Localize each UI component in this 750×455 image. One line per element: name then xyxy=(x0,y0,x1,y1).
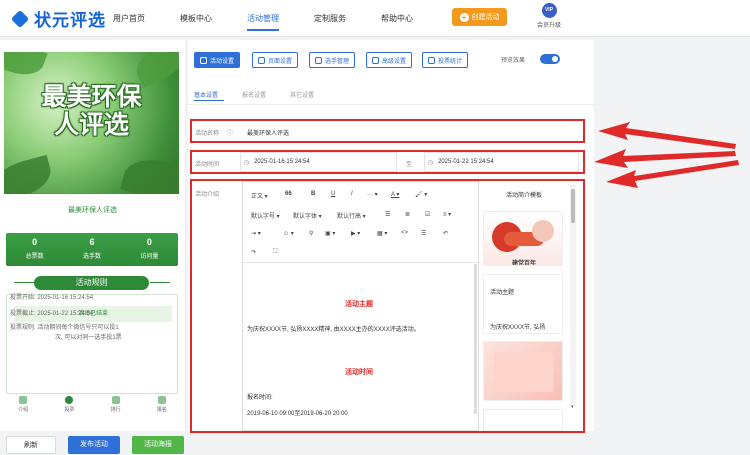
button-label: 投票统计 xyxy=(438,58,463,65)
page-settings-button[interactable]: 页面设置 xyxy=(252,52,299,68)
divider xyxy=(14,282,34,283)
stat-label: 选手数 xyxy=(82,254,101,260)
subtab-signup-settings[interactable]: 报名设置 xyxy=(242,90,266,99)
nav-active-indicator xyxy=(247,29,279,31)
activity-banner-image: 最美环保 人评选 xyxy=(4,52,179,194)
button-label: 页面设置 xyxy=(268,58,293,65)
stat-value: 0 xyxy=(32,237,38,247)
bar-chart-icon xyxy=(428,56,435,64)
sliders-icon xyxy=(372,56,379,64)
vote-start-text: 投票开始: 2025-01-16 15:24:54 xyxy=(10,295,94,301)
preview-effect-label: 预览效果 xyxy=(501,58,526,64)
vote-rule-text-1: 投票规则: 活动期间每个微信号只可以投1 xyxy=(10,325,119,331)
nav-item-help[interactable]: 帮助中心 xyxy=(381,13,413,24)
tab-label: 介绍 xyxy=(18,407,29,413)
activity-poster-button[interactable]: 活动海报 xyxy=(132,436,184,454)
create-activity-button[interactable]: + 创建活动 xyxy=(452,8,507,26)
users-icon xyxy=(315,56,322,64)
leaf-decoration xyxy=(4,52,48,82)
settings-icon xyxy=(200,56,207,64)
stat-total-votes: 0 总票数 xyxy=(6,233,63,266)
annotation-arrows xyxy=(594,122,739,188)
nav-item-custom-service[interactable]: 定制服务 xyxy=(314,13,346,24)
tab-label: 投票 xyxy=(64,407,75,413)
divider xyxy=(188,104,594,105)
activity-settings-button[interactable]: 活动设置 xyxy=(194,52,241,68)
rules-title: 活动规则 xyxy=(34,276,149,290)
arrow-to-name xyxy=(598,122,736,149)
top-navbar: 状元评选 用户首页 模板中心 活动管理 定制服务 帮助中心 + 创建活动 VIP… xyxy=(0,0,750,37)
stat-visits: 0 访问量 xyxy=(121,233,178,266)
brand-name: 状元评选 xyxy=(34,11,106,31)
advanced-settings-button[interactable]: 高级设置 xyxy=(366,52,413,68)
button-label: 活动设置 xyxy=(210,58,235,65)
button-label: 高级设置 xyxy=(382,58,407,65)
button-label: 选手管理 xyxy=(325,58,350,65)
subtab-basic-settings[interactable]: 基本设置 xyxy=(194,90,218,99)
stat-contestants: 6 选手数 xyxy=(63,233,120,266)
subtab-other-settings[interactable]: 其它设置 xyxy=(290,90,314,99)
plus-icon: + xyxy=(459,12,469,22)
logo-icon xyxy=(10,9,30,28)
banner-title-line2: 人评选 xyxy=(53,110,129,139)
divider xyxy=(150,282,170,283)
document-icon xyxy=(19,396,28,404)
vip-upgrade[interactable]: VIP 会员升级 xyxy=(531,3,567,29)
highlight-box-time xyxy=(190,150,585,174)
nav-item-home[interactable]: 用户首页 xyxy=(113,13,145,24)
rules-header: 活动规则 xyxy=(14,275,170,291)
nav-item-activity-management[interactable]: 活动管理 xyxy=(247,13,279,24)
contestant-management-button[interactable]: 选手管理 xyxy=(309,52,356,68)
tab-signup[interactable]: 报名 xyxy=(139,394,185,416)
stat-value: 6 xyxy=(89,237,95,247)
arrow-to-intro xyxy=(606,160,739,188)
tab-label: 排行 xyxy=(110,407,121,413)
vote-statistics-button[interactable]: 投票统计 xyxy=(422,52,469,68)
subtab-active-indicator xyxy=(194,100,224,101)
vote-end-text: 投票截止: 2025-01-22 15:24:54 xyxy=(10,311,94,317)
leaf-decoration xyxy=(4,154,56,194)
stat-label: 访问量 xyxy=(140,254,159,260)
preview-toggle[interactable] xyxy=(540,54,560,64)
leaf-decoration xyxy=(120,152,179,194)
trophy-icon xyxy=(111,396,120,404)
signup-icon xyxy=(157,396,166,404)
tab-ranking[interactable]: 排行 xyxy=(93,394,139,416)
vip-upgrade-label: 会员升级 xyxy=(536,23,561,29)
vip-icon: VIP xyxy=(541,3,557,18)
banner-title-line1: 最美环保 xyxy=(41,82,142,111)
nav-item-templates[interactable]: 模板中心 xyxy=(180,13,212,24)
activity-title: 最美环保人评选 xyxy=(68,207,117,214)
mobile-tabbar: 介绍 投票 排行 报名 xyxy=(0,394,185,416)
mobile-preview-panel: 最美环保 人评选 最美环保人评选 0 总票数 6 选手数 0 访问量 活动规则 … xyxy=(0,40,185,454)
stats-bar: 0 总票数 6 选手数 0 访问量 xyxy=(6,233,178,266)
brand-logo[interactable]: 状元评选 xyxy=(10,6,106,31)
stat-label: 总票数 xyxy=(25,254,44,260)
page-icon xyxy=(258,56,265,64)
highlight-box-intro xyxy=(190,179,585,433)
highlight-box-name xyxy=(190,119,585,143)
tab-intro[interactable]: 介绍 xyxy=(0,394,46,416)
tab-vote[interactable]: 投票 xyxy=(46,394,92,416)
vote-icon xyxy=(65,396,74,404)
publish-activity-button[interactable]: 发布活动 xyxy=(68,436,120,454)
stat-value: 0 xyxy=(146,237,152,247)
tab-label: 报名 xyxy=(156,407,167,413)
refresh-button[interactable]: 刷新 xyxy=(6,436,56,454)
create-activity-label: 创建活动 xyxy=(471,14,500,21)
